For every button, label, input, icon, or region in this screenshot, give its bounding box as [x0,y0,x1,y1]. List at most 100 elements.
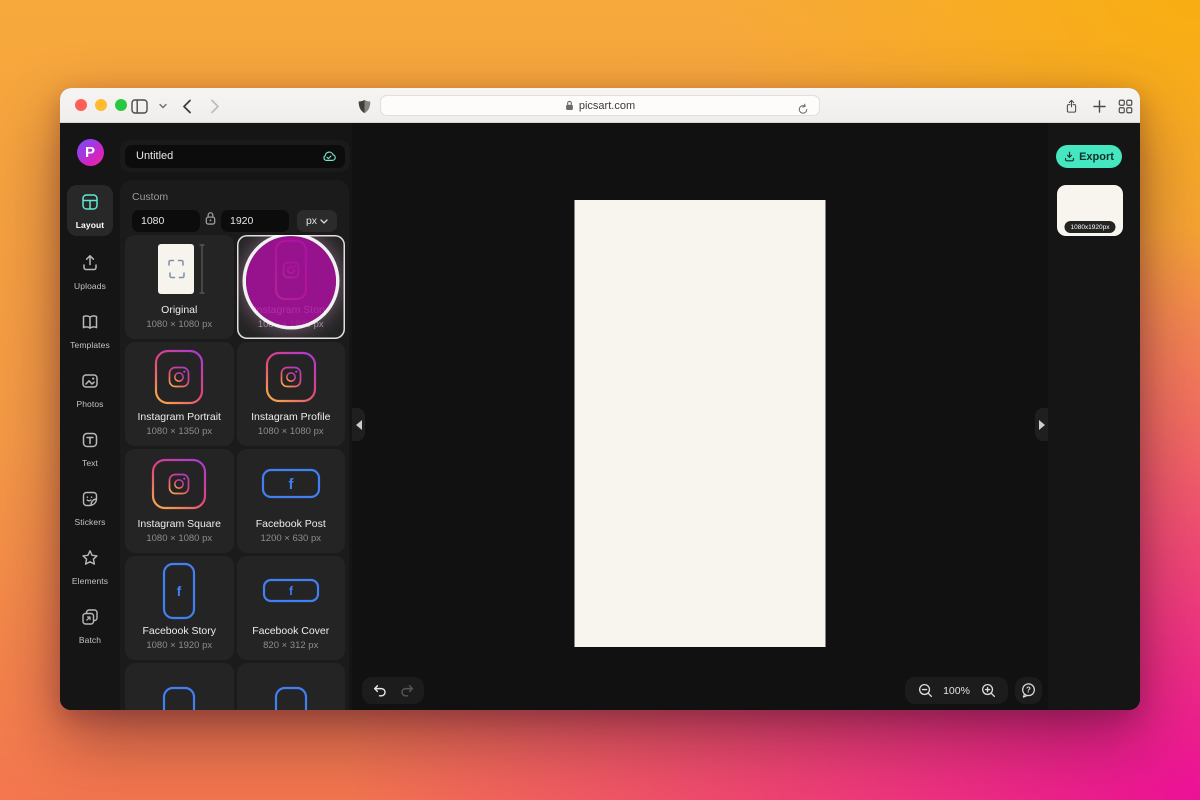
maximize-window-button[interactable] [115,99,127,111]
privacy-shield-icon[interactable] [354,96,374,116]
fb-post-icon: f [237,449,346,518]
layout-tile-instagram-portrait[interactable]: Instagram Portrait1080 × 1350 px [125,342,234,446]
ig-profile-icon [237,342,346,411]
browser-window: picsart.com P Layout Uploads Templates Phot… [60,88,1140,710]
stickers-icon [80,489,100,514]
sidebar-item-layout[interactable]: Layout [67,185,113,236]
preset-grid: Original 1080 × 1080 px Instagram Story 108… [120,232,349,710]
layout-presets-panel: Custom px Original1080 × 1080 pxInstagr [120,180,349,710]
layout-tile-partial[interactable]: f [237,663,346,710]
sidebar-item-label: Photos [76,399,103,409]
layout-tile-instagram-story[interactable]: Instagram Story 1080 × 1920 px [237,235,346,339]
canvas-artboard[interactable] [575,200,826,647]
collapse-right-panel-handle[interactable] [1035,408,1048,441]
original-icon [125,235,234,304]
text-icon [80,430,100,455]
sidebar-item-templates[interactable]: Templates [67,307,113,354]
tab-overview-icon[interactable] [1115,96,1135,116]
reload-icon[interactable] [793,99,813,119]
share-icon[interactable] [1061,96,1081,116]
templates-icon [80,312,100,337]
tile-name: Facebook Post [256,518,326,530]
redo-button[interactable] [394,678,420,704]
elements-icon [80,548,100,573]
url-text: picsart.com [579,100,635,112]
zoom-in-button[interactable] [975,678,1001,704]
sidebar-item-label: Templates [70,340,110,350]
minimize-window-button[interactable] [95,99,107,111]
layout-panel: Custom px Original1080 × 1080 pxInstagr [120,123,352,710]
sidebar-item-label: Elements [72,576,108,586]
page-size-badge: 1080x1920px [1064,221,1115,233]
pages-rail: Export 1080x1920px [1048,123,1140,710]
undo-button[interactable] [366,678,392,704]
tile-dims: 1080 × 1920 px [146,640,212,651]
collapse-left-panel-handle[interactable] [352,408,365,441]
sidebar-item-label: Batch [79,635,101,645]
sidebar-item-text[interactable]: Text [67,425,113,472]
svg-text:f: f [177,583,182,599]
layout-tile-original[interactable]: Original 1080 × 1080 px [125,235,234,339]
triangle-left-icon [356,420,362,430]
forward-button[interactable] [205,96,225,116]
width-input[interactable] [132,210,200,232]
sidebar-item-label: Layout [76,220,104,230]
fb-cover-icon: f [237,556,346,625]
cloud-saved-icon [321,149,337,167]
tile-name: Original [161,304,197,316]
sidebar-item-label: Stickers [74,517,105,527]
zoom-controls: 100% [905,677,1008,704]
unit-dropdown[interactable]: px [297,210,337,232]
tile-name: Instagram Portrait [138,411,221,423]
project-title-input[interactable] [125,145,345,168]
close-window-button[interactable] [75,99,87,111]
layout-tile-partial[interactable]: f [125,663,234,710]
uploads-icon [80,253,100,278]
triangle-right-icon [1039,420,1045,430]
layout-tile-instagram-profile[interactable]: Instagram Profile1080 × 1080 px [237,342,346,446]
tile-name: Facebook Story [142,625,216,637]
history-controls [362,677,424,704]
chevron-down-icon [320,219,328,224]
height-input[interactable] [221,210,289,232]
project-title-row [120,140,350,172]
export-button[interactable]: Export [1056,145,1122,168]
sidebar-item-elements[interactable]: Elements [67,543,113,590]
window-controls [75,99,127,111]
tool-sidebar: P Layout Uploads Templates Photos Text Sticke… [60,123,120,710]
tile-dims: 820 × 312 px [263,640,318,651]
layout-tile-facebook-story[interactable]: f Facebook Story 1080 × 1920 px [125,556,234,660]
sidebar-toggle-icon[interactable] [129,96,149,116]
sidebar-item-stickers[interactable]: Stickers [67,484,113,531]
new-tab-icon[interactable] [1089,96,1109,116]
back-button[interactable] [177,96,197,116]
sidebar-item-batch[interactable]: Batch [67,602,113,649]
sidebar-nav: Layout Uploads Templates Photos Text Stickers… [67,185,113,649]
chevron-down-icon[interactable] [153,96,173,116]
picsart-logo[interactable]: P [77,139,104,166]
tile-dims: 1080 × 1080 px [146,533,212,544]
sidebar-item-uploads[interactable]: Uploads [67,248,113,295]
fb-story-icon: f [125,556,234,625]
layout-tile-instagram-square[interactable]: Instagram Square1080 × 1080 px [125,449,234,553]
sidebar-item-photos[interactable]: Photos [67,366,113,413]
ig-portrait-icon [125,342,234,411]
tile-name: Instagram Story [254,304,328,316]
address-bar[interactable]: picsart.com [380,95,820,116]
aspect-lock-icon[interactable] [204,211,217,231]
zoom-level[interactable]: 100% [940,685,973,697]
export-label: Export [1079,151,1114,163]
fb-story-icon: f [237,663,346,710]
tile-dims: 1080 × 1920 px [258,319,324,330]
svg-text:f: f [288,476,294,493]
svg-text:f: f [289,584,294,598]
svg-text:?: ? [1026,685,1031,694]
page-thumbnail[interactable]: 1080x1920px [1057,185,1123,236]
help-button[interactable]: ? [1015,677,1042,704]
layout-tile-facebook-cover[interactable]: fFacebook Cover820 × 312 px [237,556,346,660]
download-icon [1064,151,1075,162]
tile-dims: 1080 × 1080 px [146,319,212,330]
zoom-out-button[interactable] [912,678,938,704]
picsart-editor: P Layout Uploads Templates Photos Text Sticke… [60,123,1140,710]
layout-tile-facebook-post[interactable]: fFacebook Post1200 × 630 px [237,449,346,553]
